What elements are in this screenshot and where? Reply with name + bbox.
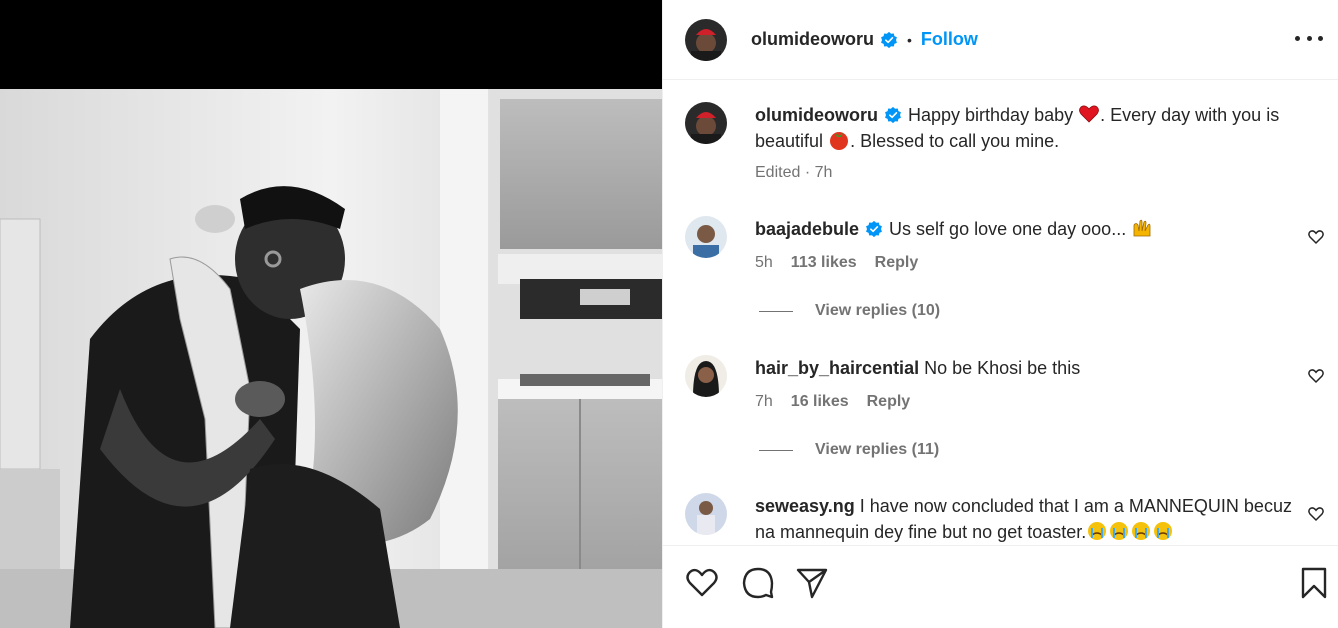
caption-meta: Edited · 7h [755, 164, 832, 182]
post-side-panel: olumideoworu • Follow olumideoworu Happy… [662, 0, 1338, 628]
comments-list[interactable]: olumideoworu Happy birthday baby . Every … [663, 80, 1338, 545]
view-replies-button[interactable]: View replies (10) [759, 302, 940, 320]
comment-time: 7h [755, 393, 773, 410]
separator-dot: • [907, 31, 912, 48]
divider-line [759, 310, 793, 312]
divider-line [759, 449, 793, 451]
crying-emoji-icon [1154, 522, 1173, 540]
commenter-avatar[interactable] [685, 355, 727, 397]
commenter-avatar[interactable] [685, 493, 727, 535]
crying-emoji-icon [1110, 522, 1129, 540]
view-replies-button[interactable]: View replies (11) [759, 441, 939, 459]
comment-item: baajadebule Us self go love one day ooo..… [685, 216, 1325, 346]
comment-like-heart-icon[interactable] [1307, 228, 1325, 246]
bookmark-icon[interactable] [1297, 566, 1331, 600]
send-icon[interactable] [795, 566, 829, 600]
comment-text: baajadebule Us self go love one day ooo..… [755, 216, 1305, 242]
author-avatar[interactable] [685, 102, 727, 144]
verified-badge-icon [866, 220, 882, 238]
instagram-post-view: olumideoworu • Follow olumideoworu Happy… [0, 0, 1338, 628]
comment-text: hair_by_haircential No be Khosi be this [755, 355, 1305, 381]
view-replies-label: View replies (10) [815, 302, 941, 319]
author-avatar[interactable] [685, 18, 727, 61]
reply-button[interactable]: Reply [875, 254, 919, 272]
heart-icon[interactable] [685, 566, 719, 600]
reply-button[interactable]: Reply [867, 393, 911, 411]
comment-item: seweasy.ng I have now concluded that I a… [685, 493, 1325, 545]
follow-button[interactable]: Follow [921, 29, 978, 50]
caption-text: olumideoworu Happy birthday baby . Every … [755, 102, 1305, 154]
more-dot-icon [1306, 35, 1312, 41]
more-dot-icon [1295, 35, 1300, 41]
view-replies-label: View replies (11) [815, 441, 940, 458]
crying-emoji-icon [1132, 522, 1151, 540]
comment-item: hair_by_haircential No be Khosi be this … [685, 355, 1325, 485]
comment-text: seweasy.ng I have now concluded that I a… [755, 493, 1305, 545]
comment-username[interactable]: hair_by_haircential [755, 358, 919, 378]
comment-time: 5h [755, 254, 773, 271]
comment-meta: 5h 113 likes Reply [755, 254, 918, 272]
post-photo[interactable] [0, 89, 662, 628]
crying-emoji-icon [1088, 522, 1107, 540]
raising-hands-emoji-icon [1133, 219, 1151, 237]
comment-username[interactable]: baajadebule [755, 219, 859, 239]
verified-badge-icon [881, 31, 897, 48]
tomato-emoji-icon [830, 132, 849, 150]
comment-content: No be Khosi be this [924, 358, 1081, 378]
comment-like-heart-icon[interactable] [1307, 367, 1325, 385]
comment-content: Us self go love one day ooo... [889, 219, 1127, 239]
red-heart-emoji-icon [1079, 105, 1100, 123]
post-media [0, 0, 662, 628]
comment-icon[interactable] [741, 566, 775, 600]
comment-likes-count[interactable]: 16 likes [791, 393, 849, 411]
post-header: olumideoworu • Follow [663, 0, 1338, 80]
comment-meta: 7h 16 likes Reply [755, 393, 910, 411]
comment-like-heart-icon[interactable] [1307, 505, 1325, 523]
more-dot-icon [1318, 35, 1323, 41]
caption-username[interactable]: olumideoworu [755, 105, 878, 125]
author-username[interactable]: olumideoworu [751, 29, 874, 50]
caption: olumideoworu Happy birthday baby . Every … [685, 102, 1325, 192]
comment-username[interactable]: seweasy.ng [755, 496, 855, 516]
verified-badge-icon [885, 106, 901, 124]
commenter-avatar[interactable] [685, 216, 727, 258]
more-options-icon[interactable] [1295, 26, 1323, 50]
caption-edited-time: Edited · 7h [755, 164, 833, 181]
comment-likes-count[interactable]: 113 likes [791, 254, 857, 272]
post-actions-bar [663, 545, 1338, 628]
caption-part: . Blessed to call you mine. [850, 131, 1060, 151]
caption-part: Happy birthday baby [908, 105, 1074, 125]
